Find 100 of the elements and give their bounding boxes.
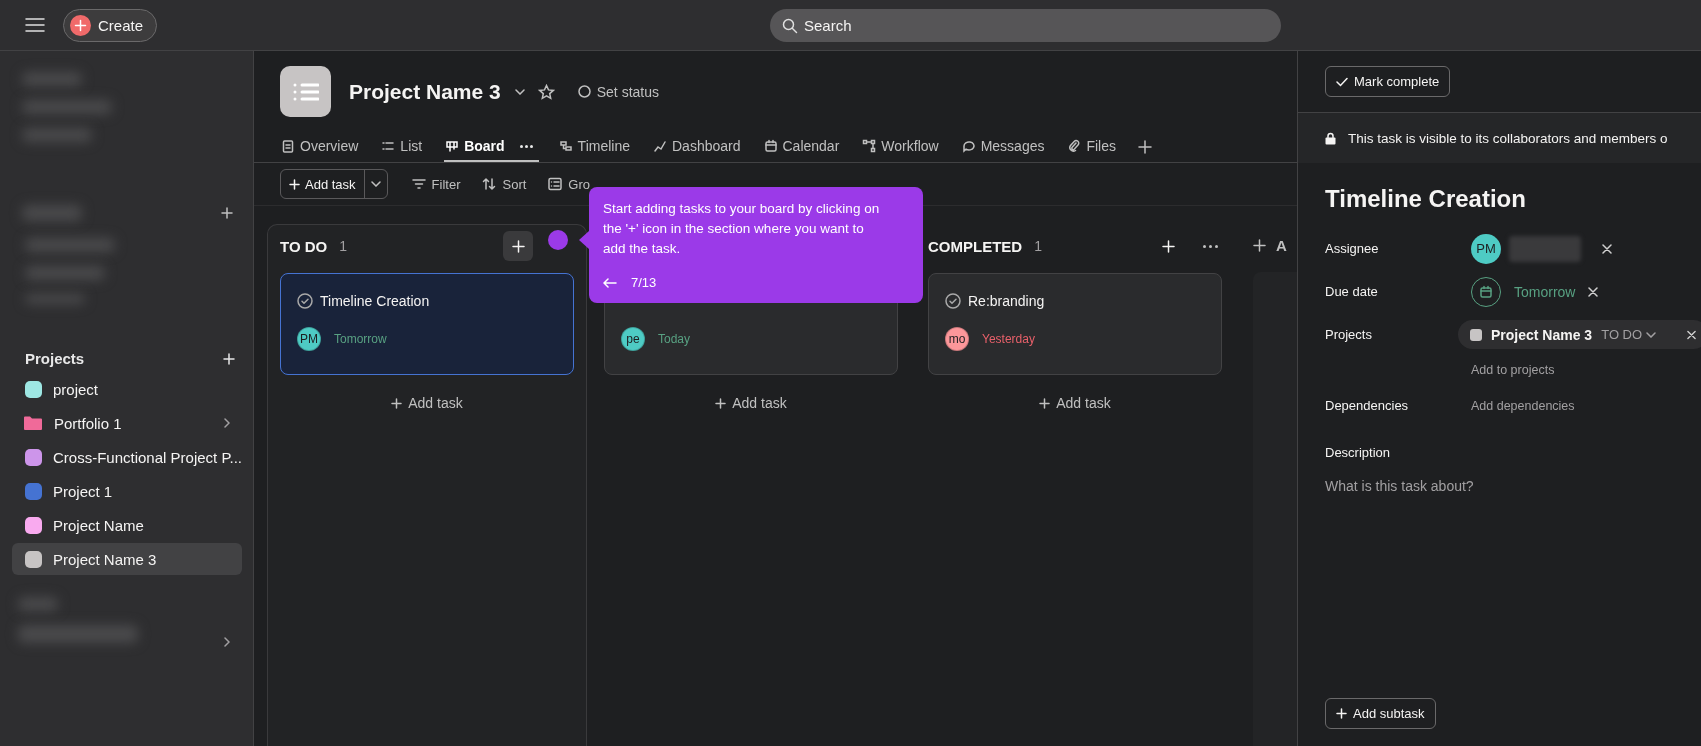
- section-dropdown[interactable]: TO DO: [1601, 327, 1657, 342]
- plus-icon: [715, 397, 727, 409]
- add-section-button[interactable]: A: [1253, 226, 1297, 264]
- field-label: Dependencies: [1325, 398, 1410, 413]
- avatar: mo: [945, 327, 969, 351]
- sidebar-item[interactable]: Project Name 3: [12, 543, 242, 575]
- tab[interactable]: Calendar: [762, 132, 841, 162]
- due-date: Today: [658, 332, 691, 346]
- add-task-button[interactable]: Add task: [1033, 393, 1117, 413]
- workflow-icon: [862, 139, 877, 153]
- check-icon: [1336, 76, 1348, 87]
- toolbar-button[interactable]: Sort: [482, 176, 527, 192]
- tab[interactable]: Dashboard: [652, 132, 742, 162]
- check-circle-icon: [945, 293, 961, 309]
- clipboard-icon: [281, 139, 295, 153]
- column-title: TO DO: [280, 237, 328, 255]
- tab[interactable]: Workflow: [861, 132, 940, 162]
- chevron-right-icon: [224, 418, 230, 428]
- add-task-button[interactable]: Add task: [709, 393, 793, 413]
- timeline-icon: [558, 139, 573, 153]
- plus-icon: [1336, 708, 1347, 719]
- plus-icon: [1253, 238, 1266, 252]
- column-title: COMPLETED: [928, 237, 1023, 255]
- calendar-icon: [1479, 284, 1493, 299]
- add-dependencies-link[interactable]: Add dependencies: [1471, 398, 1575, 413]
- list-icon: [548, 177, 563, 191]
- plus-icon: [511, 239, 525, 253]
- project-icon: [280, 66, 331, 117]
- add-task-button[interactable]: [503, 231, 533, 261]
- tab[interactable]: Board: [444, 132, 539, 162]
- project-title: Project Name 3: [349, 79, 501, 104]
- plus-icon: [223, 352, 235, 365]
- description-field[interactable]: What is this task about?: [1325, 478, 1701, 494]
- set-status-button[interactable]: Set status: [577, 83, 659, 100]
- tab[interactable]: Timeline: [557, 132, 631, 162]
- project-chip[interactable]: Project Name 3 TO DO: [1458, 320, 1701, 349]
- line-chart-icon: [653, 139, 667, 153]
- close-icon[interactable]: [1588, 286, 1599, 297]
- plus-icon: [289, 178, 300, 190]
- due-date: Tomorrow: [334, 332, 387, 346]
- step-counter: 7/13: [631, 274, 657, 292]
- chevron-right-icon: [224, 637, 230, 647]
- add-to-projects-link[interactable]: Add to projects: [1471, 363, 1555, 377]
- tab[interactable]: Messages: [960, 132, 1046, 162]
- add-subtask-button[interactable]: Add subtask: [1325, 698, 1436, 729]
- paperclip-icon: [1067, 139, 1082, 153]
- lock-icon: [1325, 131, 1336, 145]
- close-icon[interactable]: [1602, 243, 1612, 254]
- caret-icon: [1646, 331, 1657, 338]
- task-count: 1: [339, 238, 348, 254]
- plus-icon: [221, 207, 233, 219]
- chevron-down-icon: [514, 88, 525, 95]
- filter-icon: [411, 177, 426, 191]
- sidebar-item[interactable]: Project 1: [12, 475, 242, 507]
- tooltip-text: Start adding tasks to your board by clicking on the '+' icon in the section where you want to add the task.: [603, 200, 881, 258]
- speech-bubble-icon: [961, 139, 976, 153]
- more-icon[interactable]: [1203, 244, 1218, 248]
- list-icon: [381, 139, 396, 153]
- task-card[interactable]: Re:branding mo Yesterday: [928, 273, 1222, 375]
- caret-icon: [370, 181, 381, 187]
- avatar[interactable]: PM: [1471, 233, 1501, 264]
- sidebar-item[interactable]: Project Name: [12, 509, 242, 541]
- task-title: Timeline Creation: [320, 293, 430, 309]
- search-icon: [782, 18, 798, 34]
- plus-icon: [70, 14, 91, 36]
- check-circle-icon: [297, 293, 313, 309]
- back-arrow-icon[interactable]: [603, 278, 617, 288]
- add-task-button[interactable]: Add task: [385, 393, 469, 413]
- add-tab-icon: [1138, 140, 1152, 154]
- calendar-icon: [763, 139, 778, 153]
- task-title: Timeline Creation: [1325, 185, 1527, 213]
- plus-icon: [391, 397, 403, 409]
- sidebar-item[interactable]: project: [12, 373, 242, 405]
- close-icon[interactable]: [1687, 329, 1696, 340]
- toolbar-button[interactable]: Filter: [411, 176, 461, 192]
- avatar: PM: [297, 327, 321, 351]
- create-button[interactable]: Create: [63, 8, 158, 42]
- menu-icon: [25, 17, 45, 33]
- circle-icon: [577, 85, 591, 98]
- task-card[interactable]: Timeline Creation PM Tomorrow: [280, 273, 574, 375]
- tab[interactable]: Overview: [280, 132, 360, 162]
- tab[interactable]: Files: [1066, 132, 1117, 162]
- task-title: Re:branding: [968, 293, 1045, 309]
- visibility-notice: This task is visible to its collaborators and members o: [1348, 130, 1668, 146]
- avatar: pe: [621, 327, 645, 351]
- due-date[interactable]: Tomorrow: [1514, 283, 1576, 300]
- star-icon: [537, 83, 555, 100]
- search-field[interactable]: Search: [770, 9, 1281, 42]
- mark-complete-button[interactable]: Mark complete: [1325, 66, 1451, 97]
- sidebar-item[interactable]: Portfolio 1: [12, 407, 242, 439]
- sidebar-item[interactable]: Cross-Functional Project P...: [12, 441, 242, 473]
- toolbar-button[interactable]: Gro: [548, 176, 590, 192]
- section-heading: Projects: [25, 350, 85, 367]
- due-date: Yesterday: [982, 332, 1035, 346]
- tab[interactable]: List: [380, 132, 424, 162]
- field-label: Description: [1325, 445, 1392, 460]
- field-label: Assignee: [1325, 241, 1380, 256]
- sort-icon: [482, 177, 497, 191]
- plus-icon: [1039, 397, 1051, 409]
- blurred-name: [1509, 235, 1581, 262]
